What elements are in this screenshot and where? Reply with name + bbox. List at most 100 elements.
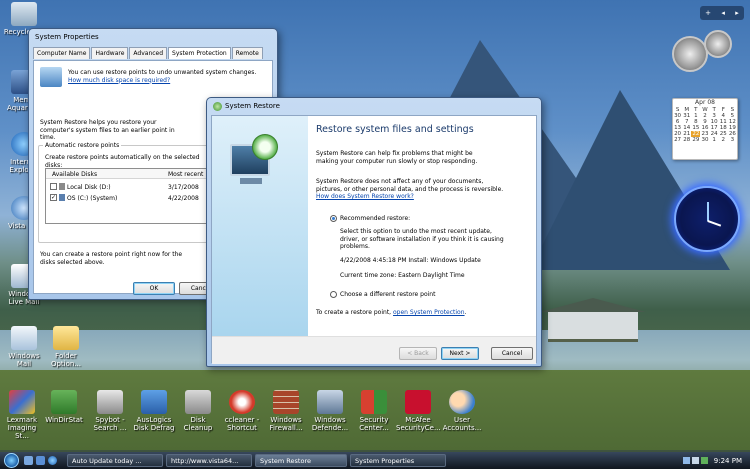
- quick-launch: [24, 454, 64, 467]
- folder-icon: [53, 326, 79, 350]
- different-restore-radio[interactable]: [330, 291, 337, 298]
- intro-text: You can use restore points to undo unwan…: [68, 69, 257, 76]
- clock-arrow-icon: [252, 134, 278, 160]
- taskbar: Auto Update today ... http://www.vista64…: [0, 452, 750, 469]
- tab-hardware[interactable]: Hardware: [91, 47, 129, 59]
- windows-mail-icon: [11, 326, 37, 350]
- defender-icon: [317, 390, 343, 414]
- switch-windows-icon[interactable]: [36, 456, 45, 465]
- ccleaner-icon: [229, 390, 255, 414]
- ok-button[interactable]: OK: [133, 282, 175, 295]
- system-properties-titlebar[interactable]: System Properties: [29, 29, 277, 45]
- calendar-day[interactable]: 27: [673, 137, 682, 143]
- drive-icon: [59, 183, 65, 190]
- restore-heading: Restore system files and settings: [316, 124, 474, 135]
- security-shield-icon: [361, 390, 387, 414]
- system-restore-footer: [212, 336, 536, 364]
- different-restore-label[interactable]: Choose a different restore point: [340, 291, 435, 299]
- next-button[interactable]: Next >: [441, 347, 479, 360]
- monitor-stand-icon: [240, 178, 262, 184]
- disk-c-date: 4/22/2008: [168, 195, 199, 202]
- desktop-icon-windows-firewall[interactable]: Windows Firewall...: [264, 390, 308, 432]
- desktop-icon-mcafee[interactable]: McAfee SecurityCe...: [396, 390, 441, 432]
- spybot-icon: [97, 390, 123, 414]
- taskbar-auto-update[interactable]: Auto Update today ...: [67, 454, 163, 467]
- previous-icon[interactable]: ◂: [721, 9, 725, 17]
- calendar-day[interactable]: 29: [691, 137, 700, 143]
- clock-hand-minute: [707, 202, 709, 221]
- calendar-day[interactable]: 3: [728, 137, 737, 143]
- create-restore-suffix: .: [464, 309, 467, 316]
- col-most-recent[interactable]: Most recent: [168, 171, 203, 179]
- system-drive-icon: [59, 194, 65, 201]
- taskbar-system-restore[interactable]: System Restore: [255, 454, 347, 467]
- calendar-day[interactable]: 28: [682, 137, 691, 143]
- tab-system-protection[interactable]: System Protection: [168, 47, 231, 59]
- next-icon[interactable]: ▸: [735, 9, 739, 17]
- disk-cleanup-icon: [185, 390, 211, 414]
- calendar-month: Apr 08: [695, 99, 715, 106]
- user-accounts-icon: [449, 390, 475, 414]
- desktop-icon-auslogics[interactable]: AusLogics Disk Defrag: [132, 390, 176, 432]
- group-text: Create restore points automatically on t…: [45, 154, 200, 169]
- recommended-restore-desc: Select this option to undo the most rece…: [340, 228, 504, 250]
- restore-point-info: 4/22/2008 4:45:18 PM Install: Windows Up…: [340, 257, 481, 264]
- desktop-icon-user-accounts[interactable]: User Accounts...: [440, 390, 484, 432]
- desktop-icon-folder-options[interactable]: Folder Option...: [44, 326, 88, 368]
- add-gadget-icon[interactable]: +: [705, 9, 711, 17]
- desktop-icon-windows-defender[interactable]: Windows Defende...: [308, 390, 352, 432]
- calendar-day[interactable]: 2: [719, 137, 728, 143]
- clock-gadget: [674, 186, 740, 252]
- system-restore-titlebar[interactable]: System Restore: [207, 98, 541, 114]
- col-available-disks[interactable]: Available Disks: [52, 171, 97, 179]
- restore-para2: System Restore does not affect any of yo…: [316, 178, 504, 193]
- taskbar-browser[interactable]: http://www.vista64...: [166, 454, 252, 467]
- taskbar-system-properties[interactable]: System Properties: [350, 454, 446, 467]
- sidebar-controls: + ◂ ▸: [700, 6, 744, 20]
- create-restore-text: You can create a restore point right now…: [40, 251, 183, 266]
- how-does-restore-work-link[interactable]: How does System Restore work?: [316, 193, 414, 200]
- back-button[interactable]: < Back: [399, 347, 437, 360]
- desktop-icon-security-center[interactable]: Security Center...: [352, 390, 396, 432]
- show-desktop-icon[interactable]: [24, 456, 33, 465]
- system-protection-icon: [40, 67, 62, 87]
- disk-d-checkbox[interactable]: [50, 183, 57, 190]
- open-system-protection-link[interactable]: open System Protection: [393, 309, 465, 316]
- disk-space-link[interactable]: How much disk space is required?: [68, 77, 170, 84]
- recommended-restore-radio[interactable]: [330, 215, 337, 222]
- disk-c-checkbox[interactable]: ✓: [50, 194, 57, 201]
- desktop-icon-lexmark[interactable]: Lexmark Imaging St...: [0, 390, 44, 440]
- recommended-restore-label[interactable]: Recommended restore:: [340, 215, 410, 223]
- security-tray-icon[interactable]: [700, 457, 708, 464]
- group-label: Automatic restore points: [43, 142, 122, 150]
- start-button[interactable]: [0, 452, 22, 469]
- disk-c-name: OS (C:) (System): [67, 195, 118, 202]
- notification-area: [682, 457, 708, 464]
- tab-computer-name[interactable]: Computer Name: [33, 47, 91, 59]
- internet-explorer-quicklaunch-icon[interactable]: [48, 456, 57, 465]
- volume-icon[interactable]: [691, 457, 699, 464]
- cancel-restore-button[interactable]: Cancel: [491, 347, 533, 360]
- windows-orb-icon: [3, 453, 19, 468]
- tab-advanced[interactable]: Advanced: [129, 47, 168, 59]
- desktop-icon-windows-mail[interactable]: Windows Mail: [2, 326, 46, 368]
- disk-d-date: 3/17/2008: [168, 184, 199, 191]
- restore-para1: System Restore can help fix problems tha…: [316, 150, 478, 165]
- tab-remote[interactable]: Remote: [231, 47, 263, 59]
- calendar-day[interactable]: 30: [700, 137, 709, 143]
- time-zone-info: Current time zone: Eastern Daylight Time: [340, 272, 465, 279]
- system-restore-body: Restore system files and settings System…: [211, 115, 537, 364]
- calendar-gadget: Apr 08 SMTWTFS 30 31 1 2 3 4 5 6 7 8 9 10 11 12 13 14 15…: [672, 98, 738, 160]
- calendar-grid: SMTWTFS 30 31 1 2 3 4 5 6 7 8 9 10 11 12 13 14 15 16 17 18 1…: [673, 107, 737, 143]
- calendar-day[interactable]: 1: [710, 137, 719, 143]
- create-restore-prefix: To create a restore point,: [316, 309, 392, 316]
- desktop-icon-spybot[interactable]: Spybot - Search ...: [88, 390, 132, 432]
- system-restore-title-icon: [213, 101, 222, 111]
- system-restore-graphic: [230, 134, 280, 190]
- taskbar-clock[interactable]: 9:24 PM: [714, 457, 742, 465]
- desktop-icon-disk-cleanup[interactable]: Disk Cleanup: [176, 390, 220, 432]
- firewall-icon: [273, 390, 299, 414]
- desktop-icon-windirstat[interactable]: WinDirStat: [42, 390, 86, 424]
- network-icon[interactable]: [682, 457, 690, 464]
- desktop-icon-ccleaner[interactable]: ccleaner - Shortcut: [220, 390, 264, 432]
